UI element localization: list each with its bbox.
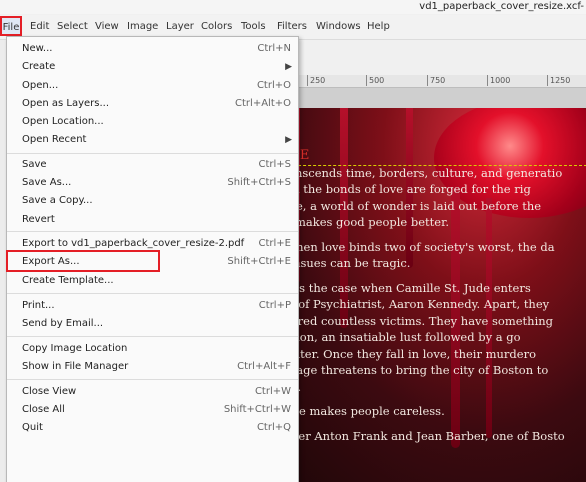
ruler-tick: 500 — [366, 75, 384, 86]
gimp-window: vd1_paperback_cover_resize.xcf- File Edi… — [0, 0, 586, 482]
title-bar: vd1_paperback_cover_resize.xcf- — [0, 0, 586, 14]
menu-separator — [7, 293, 298, 294]
menu-separator — [7, 336, 298, 337]
ruler-tick: 1250 — [547, 75, 570, 86]
menu-filters[interactable]: Filters — [277, 20, 307, 34]
cover-text-gap — [278, 420, 586, 428]
menu-separator — [7, 379, 298, 380]
cover-text-line: rdered countless victims. They have some… — [278, 313, 554, 328]
ruler-tick: 750 — [427, 75, 445, 86]
cover-text-line: ughter. Once they fall in love, their mu… — [278, 346, 537, 361]
menu-separator — [7, 231, 298, 232]
cover-text-gap — [278, 231, 586, 239]
submenu-arrow-icon: ▶ — [285, 135, 292, 145]
cover-text-line: ees. — [278, 379, 586, 396]
menu-item-close-all[interactable]: Close All Shift+Ctrl+W — [7, 401, 298, 419]
submenu-arrow-icon: ▶ — [285, 62, 292, 72]
menu-item-open-location[interactable]: Open Location... — [7, 113, 298, 131]
menu-item-open-as-layers[interactable]: Open as Layers... Ctrl+Alt+O — [7, 95, 298, 113]
menu-item-save-as[interactable]: Save As... Shift+Ctrl+S — [7, 174, 298, 192]
menu-colors[interactable]: Colors — [201, 20, 232, 34]
cover-text-line: t ensues can be tragic. — [278, 256, 411, 270]
menu-item-save-a-copy[interactable]: Save a Copy... — [7, 192, 298, 210]
ruler-tick: 1000 — [487, 75, 510, 86]
menu-item-close-view[interactable]: Close View Ctrl+W — [7, 383, 298, 401]
menu-item-open[interactable]: Open... Ctrl+O — [7, 77, 298, 95]
cover-text-gap — [278, 272, 586, 280]
menu-tools[interactable]: Tools — [241, 20, 266, 34]
cover-text: OVE transcends time, borders, culture, a… — [278, 148, 586, 444]
menu-item-copy-image-location[interactable]: Copy Image Location — [7, 340, 298, 358]
cover-text-line: mmon, an insatiable lust followed by a g… — [278, 330, 521, 344]
menu-image[interactable]: Image — [127, 20, 158, 34]
cover-text-gap — [278, 395, 586, 403]
menu-item-open-recent[interactable]: Open Recent ▶ — [7, 131, 298, 149]
menu-item-show-in-file-manager[interactable]: Show in File Manager Ctrl+Alt+F — [7, 358, 298, 376]
ruler-tick: 250 — [307, 75, 325, 86]
cover-text-line: t when love binds two of society's worst… — [278, 239, 555, 254]
menu-item-create-template[interactable]: Create Template... — [7, 272, 298, 290]
window-title: vd1_paperback_cover_resize.xcf- — [419, 1, 584, 12]
menu-select[interactable]: Select — [57, 20, 88, 34]
cover-text-line: Love makes people careless. — [278, 404, 445, 418]
cover-text-line: transcends time, borders, culture, and g… — [278, 165, 563, 180]
export-as-highlight — [6, 250, 160, 272]
menu-item-print[interactable]: Print... Ctrl+P — [7, 297, 298, 315]
menu-item-new[interactable]: New... Ctrl+N — [7, 40, 298, 58]
menu-item-save[interactable]: Save Ctrl+S — [7, 156, 298, 174]
menu-item-revert[interactable]: Revert — [7, 211, 298, 229]
menu-separator — [7, 153, 298, 154]
cover-text-line: ople, a world of wonder is laid out befo… — [278, 198, 542, 213]
menu-edit[interactable]: Edit — [30, 20, 49, 34]
menu-item-create[interactable]: Create ▶ — [7, 58, 298, 76]
menu-file[interactable]: File — [0, 16, 22, 36]
cover-text-line: rld of Psychiatrist, Aaron Kennedy. Apar… — [278, 297, 550, 311]
cover-text-line: ve makes good people better. — [278, 215, 449, 229]
cover-text-line: hen the bonds of love are forged for the… — [278, 182, 531, 196]
menu-help[interactable]: Help — [367, 20, 390, 34]
menu-item-quit[interactable]: Quit Ctrl+Q — [7, 419, 298, 437]
menu-layer[interactable]: Layer — [166, 20, 194, 34]
cover-text-line: Enter Anton Frank and Jean Barber, one o… — [278, 428, 565, 443]
menu-item-send-by-email[interactable]: Send by Email... — [7, 315, 298, 333]
menu-windows[interactable]: Windows — [316, 20, 361, 34]
cover-text-line: ch is the case when Camille St. Jude ent… — [278, 280, 531, 295]
cover-heading: OVE — [278, 148, 586, 165]
cover-text-line: mpage threatens to bring the city of Bos… — [278, 363, 549, 377]
menu-view[interactable]: View — [95, 20, 119, 34]
